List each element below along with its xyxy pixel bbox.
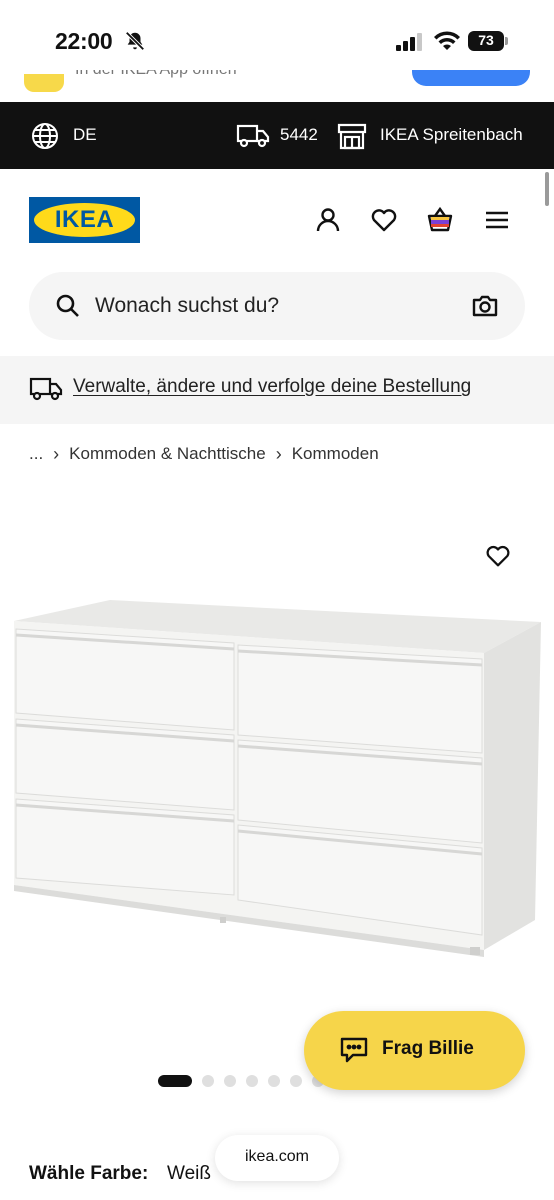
- store-selector[interactable]: IKEA Spreitenbach: [380, 125, 523, 145]
- app-banner-logo: [24, 74, 64, 92]
- breadcrumb-item[interactable]: Kommoden & Nachttische: [69, 444, 266, 464]
- cellular-signal-icon: [396, 33, 422, 51]
- gallery-dot[interactable]: [246, 1075, 258, 1087]
- app-banner[interactable]: In der IKEA App öffnen: [0, 70, 554, 102]
- country-selector[interactable]: DE: [73, 125, 97, 145]
- ikea-logo[interactable]: IKEA: [29, 197, 140, 243]
- user-icon[interactable]: [313, 205, 343, 235]
- gallery-dot[interactable]: [202, 1075, 214, 1087]
- shopping-bag-icon[interactable]: [425, 205, 455, 235]
- heart-icon[interactable]: [369, 205, 399, 235]
- delivery-truck-icon[interactable]: [236, 123, 270, 149]
- delivery-truck-icon: [29, 377, 63, 401]
- hamburger-menu-icon[interactable]: [482, 205, 512, 235]
- search-input[interactable]: [95, 292, 455, 320]
- color-label: Wähle Farbe:: [29, 1163, 149, 1184]
- order-tracking-link[interactable]: Verwalte, ändere und verfolge deine Best…: [73, 376, 471, 398]
- store-icon[interactable]: [337, 122, 367, 150]
- chevron-right-icon: ›: [275, 443, 282, 464]
- order-tracking-banner[interactable]: Verwalte, ändere und verfolge deine Best…: [0, 356, 554, 424]
- gallery-dot[interactable]: [224, 1075, 236, 1087]
- app-banner-open-button[interactable]: [412, 70, 530, 86]
- chat-button-label: Frag Billie: [382, 1038, 474, 1059]
- status-bar: 22:00 73: [0, 0, 554, 70]
- battery-level: 73: [478, 32, 494, 48]
- chevron-right-icon: ›: [53, 443, 60, 464]
- top-utility-bar: DE 5442 IKEA Spreitenbach: [0, 102, 554, 169]
- scroll-indicator: [545, 172, 549, 206]
- bell-off-icon: [125, 31, 145, 51]
- app-banner-text: In der IKEA App öffnen: [75, 70, 237, 79]
- breadcrumb-ellipsis[interactable]: ...: [29, 444, 43, 464]
- frag-billie-chat-button[interactable]: Frag Billie: [304, 1011, 525, 1090]
- status-time: 22:00: [55, 28, 113, 54]
- gallery-dot[interactable]: [290, 1075, 302, 1087]
- color-value: Weiß: [167, 1163, 211, 1184]
- gallery-dot[interactable]: [268, 1075, 280, 1087]
- breadcrumb: ... › Kommoden & Nachttische › Kommoden: [29, 442, 379, 466]
- gallery-dot[interactable]: [158, 1075, 192, 1087]
- postal-code[interactable]: 5442: [280, 125, 318, 145]
- breadcrumb-item[interactable]: Kommoden: [292, 444, 379, 464]
- product-image: [14, 600, 541, 957]
- search-bar[interactable]: [29, 272, 525, 340]
- wifi-icon: [434, 31, 460, 50]
- globe-icon[interactable]: [30, 121, 60, 151]
- camera-icon[interactable]: [471, 292, 499, 320]
- battery-indicator: 73: [468, 31, 508, 51]
- heart-icon[interactable]: [484, 542, 512, 570]
- product-gallery[interactable]: [0, 490, 554, 1070]
- chat-bubble-icon: [340, 1037, 368, 1063]
- browser-url: ikea.com: [244, 1148, 310, 1165]
- search-icon: [56, 294, 79, 317]
- site-header: IKEA: [0, 169, 554, 269]
- browser-url-bar[interactable]: ikea.com: [215, 1135, 339, 1181]
